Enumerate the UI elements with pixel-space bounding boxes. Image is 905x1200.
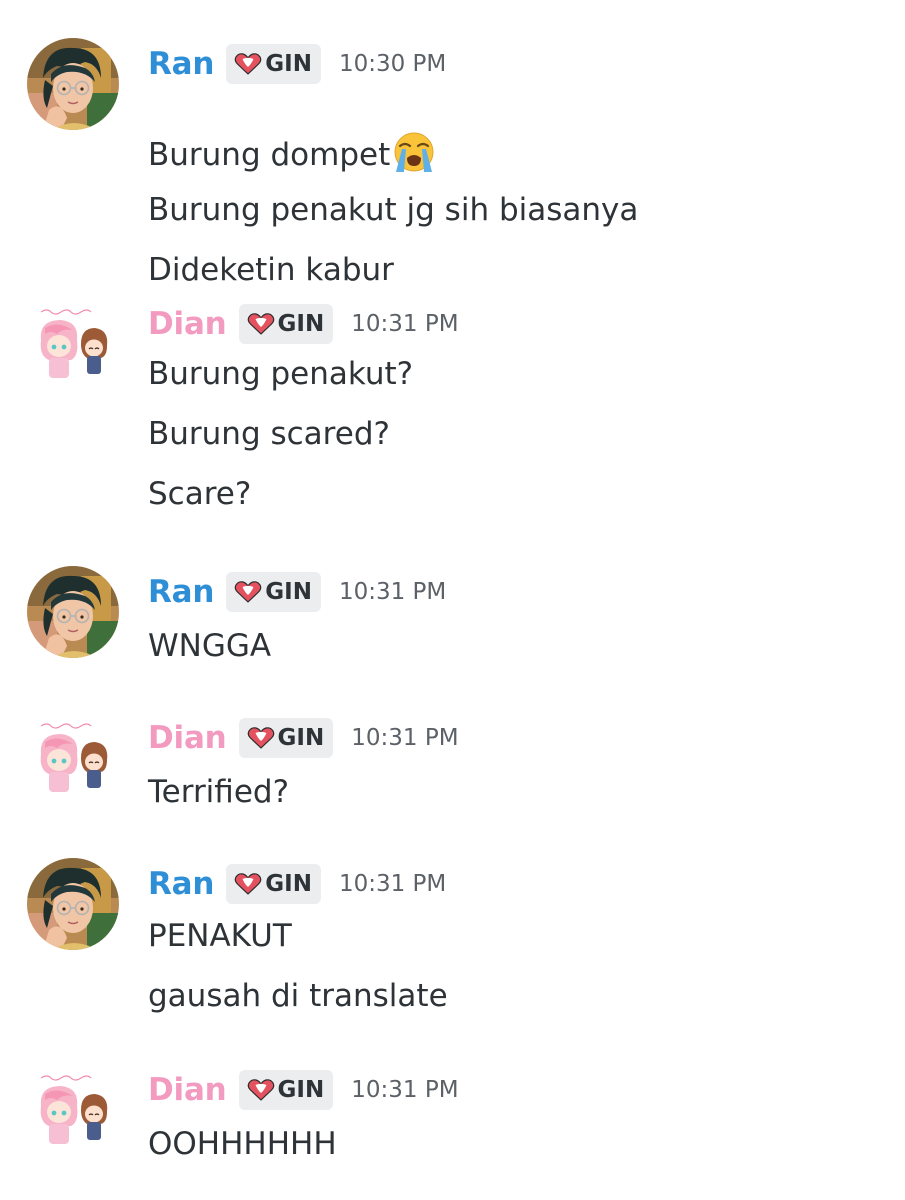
avatar-image [27, 1064, 119, 1156]
message-content: Burung penakut jg sih biasanya [148, 192, 639, 228]
timestamp: 10:30 PM [338, 51, 447, 77]
avatar[interactable] [27, 298, 119, 390]
message-content: gausah di translate [148, 978, 448, 1014]
message-text: gausah di translate [148, 976, 448, 1016]
message-text: Burung penakut jg sih biasanya [148, 190, 638, 230]
username[interactable]: Dian [148, 720, 227, 756]
message-header: Ran GIN 10:31 PM [148, 862, 446, 906]
timestamp: 10:31 PM [351, 311, 459, 337]
heart-icon [234, 52, 262, 76]
avatar[interactable] [27, 566, 119, 658]
server-tag[interactable]: GIN [238, 304, 334, 344]
message-content: PENAKUT [148, 918, 292, 954]
message-text: Burung scared? [148, 414, 390, 454]
avatar-image [27, 858, 119, 950]
server-tag-label: GIN [265, 51, 312, 77]
message-header: Dian GIN 10:31 PM [148, 716, 459, 760]
message-content: WNGGA [148, 628, 272, 664]
username[interactable]: Dian [148, 306, 227, 342]
message-header: Dian GIN 10:31 PM [148, 302, 459, 346]
message-content: Burung penakut? [148, 356, 414, 392]
avatar[interactable] [27, 858, 119, 950]
server-tag-label: GIN [265, 579, 312, 605]
message-text: WNGGA [148, 626, 271, 666]
server-tag-label: GIN [265, 871, 312, 897]
message-header: Ran GIN 10:31 PM [148, 570, 446, 614]
heart-icon [247, 1078, 275, 1102]
message-text: Terrified? [148, 772, 289, 812]
heart-icon [234, 872, 262, 896]
username[interactable]: Dian [148, 1072, 227, 1108]
server-tag-label: GIN [277, 311, 325, 337]
loudly-crying-face-icon [391, 130, 437, 174]
message-header: Ran GIN 10:30 PM [148, 42, 446, 86]
avatar-image [27, 298, 119, 390]
message-text: Scare? [148, 474, 251, 514]
server-tag[interactable]: GIN [226, 864, 321, 904]
avatar[interactable] [27, 1064, 119, 1156]
avatar-image [27, 712, 119, 804]
timestamp: 10:31 PM [338, 871, 447, 897]
server-tag[interactable]: GIN [226, 572, 321, 612]
message-text: Dideketin kabur [148, 250, 394, 290]
timestamp: 10:31 PM [338, 579, 447, 605]
timestamp: 10:31 PM [351, 725, 459, 751]
username[interactable]: Ran [148, 866, 214, 902]
message-content: Dideketin kabur [148, 252, 394, 288]
server-tag-label: GIN [277, 725, 325, 751]
avatar[interactable] [27, 38, 119, 130]
message-content: Burung dompet [148, 137, 391, 173]
server-tag[interactable]: GIN [226, 44, 321, 84]
avatar-image [27, 38, 119, 130]
message-content: Terrified? [148, 774, 290, 810]
message-text: Burung dompet [148, 130, 437, 170]
message-content: Scare? [148, 476, 252, 512]
heart-icon [247, 726, 275, 750]
timestamp: 10:31 PM [351, 1077, 459, 1103]
message-content: OOHHHHHH [148, 1126, 337, 1162]
message-header: Dian GIN 10:31 PM [148, 1068, 459, 1112]
server-tag[interactable]: GIN [238, 1070, 334, 1110]
server-tag-label: GIN [277, 1077, 325, 1103]
message-content: Burung scared? [148, 416, 390, 452]
username[interactable]: Ran [148, 46, 214, 82]
heart-icon [247, 312, 275, 336]
message-text: Burung penakut? [148, 354, 413, 394]
message-text: PENAKUT [148, 916, 292, 956]
avatar[interactable] [27, 712, 119, 804]
username[interactable]: Ran [148, 574, 214, 610]
server-tag[interactable]: GIN [238, 718, 334, 758]
heart-icon [234, 580, 262, 604]
avatar-image [27, 566, 119, 658]
message-text: OOHHHHHH [148, 1124, 337, 1164]
